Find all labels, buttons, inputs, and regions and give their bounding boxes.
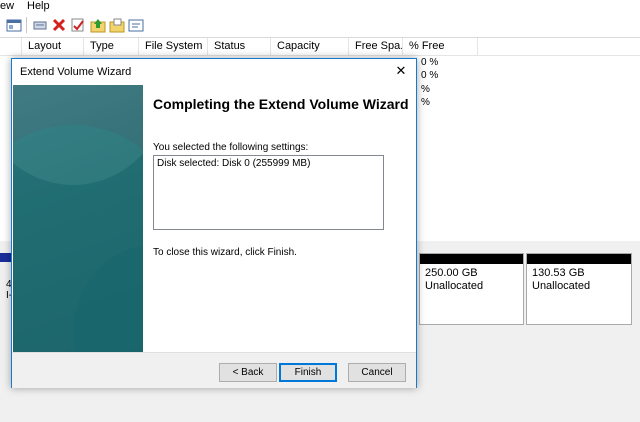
delete-icon[interactable] (51, 17, 67, 33)
properties-icon[interactable] (32, 17, 48, 33)
folder-up-icon[interactable] (90, 17, 106, 33)
extend-volume-wizard: Extend Volume Wizard ✕ Completing the Ex… (11, 58, 417, 388)
header-blank (0, 38, 22, 55)
check-icon[interactable] (70, 17, 86, 33)
block-status: Unallocated (425, 280, 484, 292)
block-size: 250.00 GB (425, 267, 478, 279)
back-button[interactable]: < Back (219, 363, 277, 382)
unallocated-block[interactable]: 130.53 GB Unallocated (526, 253, 632, 325)
console-icon[interactable] (128, 17, 144, 33)
percent-free-value: % (421, 97, 430, 108)
block-status: Unallocated (532, 280, 591, 292)
wizard-title: Extend Volume Wizard (20, 66, 132, 78)
menu-bar: ew Help (0, 0, 640, 13)
settings-text: Disk selected: Disk 0 (255999 MB) (157, 158, 311, 169)
volume-list-header: Layout Type File System Status Capacity … (0, 38, 640, 56)
close-instruction: To close this wizard, click Finish. (153, 247, 297, 258)
cancel-button[interactable]: Cancel (348, 363, 406, 382)
header-percent-free[interactable]: % Free (403, 38, 478, 55)
close-icon[interactable]: ✕ (394, 64, 408, 78)
toolbar (0, 13, 640, 38)
header-free-space[interactable]: Free Spa... (349, 38, 403, 55)
unallocated-block[interactable]: 250.00 GB Unallocated (419, 253, 524, 325)
unallocated-stripe (420, 254, 523, 264)
wizard-title-bar[interactable]: Extend Volume Wizard ✕ (12, 59, 416, 85)
settings-label: You selected the following settings: (153, 142, 309, 153)
header-status[interactable]: Status (208, 38, 271, 55)
header-capacity[interactable]: Capacity (271, 38, 349, 55)
menu-help[interactable]: Help (27, 0, 50, 12)
wizard-body: Completing the Extend Volume Wizard You … (143, 85, 416, 352)
block-size: 130.53 GB (532, 267, 585, 279)
menu-view[interactable]: ew (0, 0, 14, 12)
percent-free-value: 0 % (421, 57, 439, 68)
view-icon[interactable] (6, 17, 22, 33)
header-type[interactable]: Type (84, 38, 139, 55)
wizard-heading: Completing the Extend Volume Wizard (153, 96, 409, 112)
percent-free-value: % (421, 84, 430, 95)
percent-free-value: 0 % (421, 70, 439, 81)
header-layout[interactable]: Layout (22, 38, 84, 55)
folder-open-icon[interactable] (109, 17, 125, 33)
unallocated-stripe (527, 254, 631, 264)
settings-summary-box[interactable]: Disk selected: Disk 0 (255999 MB) (153, 155, 384, 230)
toolbar-separator (26, 17, 27, 33)
wizard-footer: < Back Finish Cancel (12, 352, 416, 388)
finish-button[interactable]: Finish (279, 363, 337, 382)
wizard-side-banner (13, 85, 143, 352)
header-file-system[interactable]: File System (139, 38, 208, 55)
